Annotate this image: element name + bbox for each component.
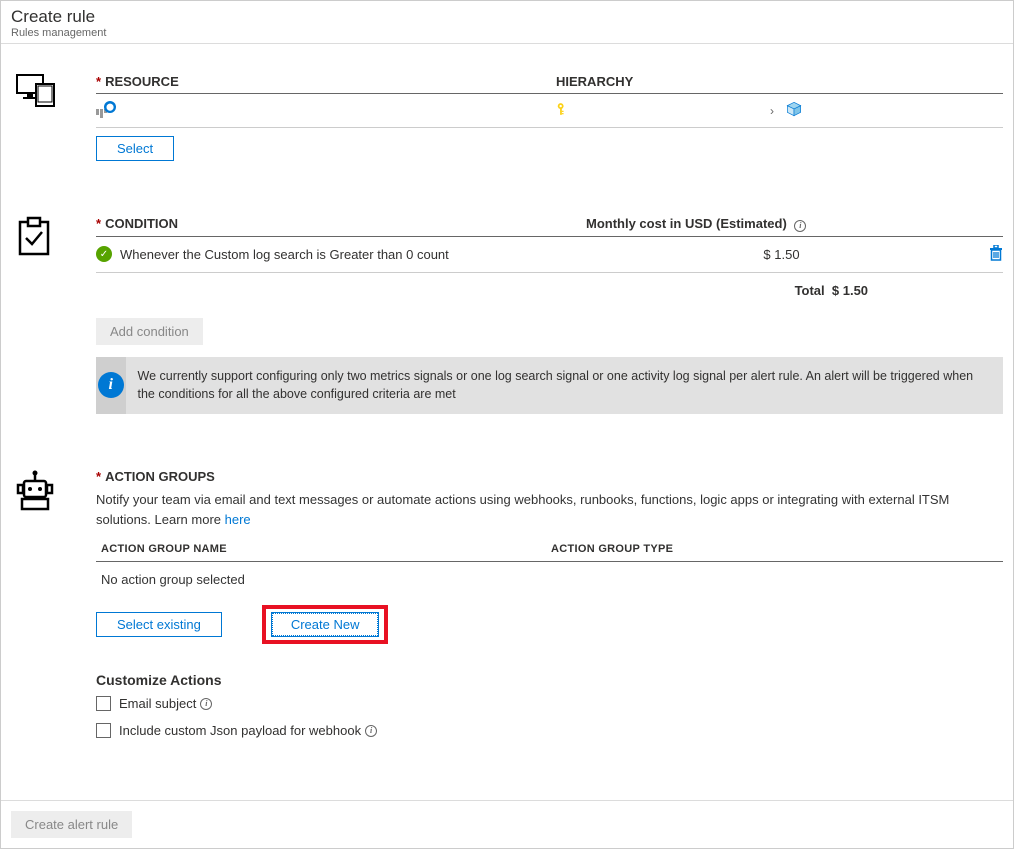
hierarchy-label: HIERARCHY bbox=[556, 74, 1003, 89]
condition-section: *CONDITION Monthly cost in USD (Estimate… bbox=[16, 216, 1003, 414]
delete-condition-button[interactable] bbox=[973, 245, 1003, 264]
info-banner: i We currently support configuring only … bbox=[96, 357, 1003, 415]
total-row: Total $ 1.50 bbox=[96, 273, 1003, 308]
condition-item-cost: $ 1.50 bbox=[590, 247, 973, 262]
col-action-group-type: ACTION GROUP TYPE bbox=[551, 543, 673, 555]
robot-icon bbox=[16, 469, 96, 750]
create-new-highlight: Create New bbox=[262, 605, 389, 644]
customize-actions: Customize Actions Email subject i Includ… bbox=[96, 672, 1003, 738]
cube-icon bbox=[786, 101, 802, 120]
page-subtitle: Rules management bbox=[11, 27, 1003, 39]
no-action-group-text: No action group selected bbox=[96, 562, 1003, 597]
page-header: Create rule Rules management bbox=[1, 1, 1013, 44]
resource-item[interactable]: ⬤ bbox=[96, 103, 556, 119]
key-icon bbox=[556, 102, 570, 119]
action-groups-desc: Notify your team via email and text mess… bbox=[96, 490, 1003, 529]
col-action-group-name: ACTION GROUP NAME bbox=[101, 543, 551, 555]
select-resource-button[interactable]: Select bbox=[96, 136, 174, 161]
footer: Create alert rule bbox=[1, 800, 1013, 848]
info-icon-large: i bbox=[98, 372, 124, 398]
devices-icon bbox=[16, 74, 96, 161]
add-condition-button[interactable]: Add condition bbox=[96, 318, 203, 345]
action-groups-label: *ACTION GROUPS bbox=[96, 469, 1003, 484]
clipboard-icon bbox=[16, 216, 96, 414]
learn-more-link[interactable]: here bbox=[225, 512, 251, 527]
email-subject-label: Email subject bbox=[119, 696, 196, 711]
select-existing-button[interactable]: Select existing bbox=[96, 612, 222, 637]
customize-actions-label: Customize Actions bbox=[96, 672, 1003, 688]
check-circle-icon: ✓ bbox=[96, 246, 112, 262]
json-payload-checkbox[interactable] bbox=[96, 723, 111, 738]
resource-label: *RESOURCE bbox=[96, 74, 556, 89]
json-payload-label: Include custom Json payload for webhook bbox=[119, 723, 361, 738]
info-banner-text: We currently support configuring only tw… bbox=[126, 357, 1004, 415]
chevron-right-icon: › bbox=[770, 104, 774, 118]
monthly-cost-label: Monthly cost in USD (Estimated) i bbox=[586, 216, 1003, 232]
create-alert-rule-button[interactable]: Create alert rule bbox=[11, 811, 132, 838]
info-icon[interactable]: i bbox=[200, 698, 212, 710]
condition-label: *CONDITION bbox=[96, 216, 586, 232]
condition-item-text[interactable]: Whenever the Custom log search is Greate… bbox=[120, 247, 590, 262]
app-insights-icon: ⬤ bbox=[96, 104, 114, 118]
info-icon[interactable]: i bbox=[365, 725, 377, 737]
resource-section: *RESOURCE HIERARCHY ⬤ bbox=[16, 74, 1003, 161]
info-icon[interactable]: i bbox=[794, 220, 806, 232]
create-new-button[interactable]: Create New bbox=[272, 613, 379, 636]
email-subject-checkbox[interactable] bbox=[96, 696, 111, 711]
action-groups-section: *ACTION GROUPS Notify your team via emai… bbox=[16, 469, 1003, 750]
page-title: Create rule bbox=[11, 7, 1003, 27]
